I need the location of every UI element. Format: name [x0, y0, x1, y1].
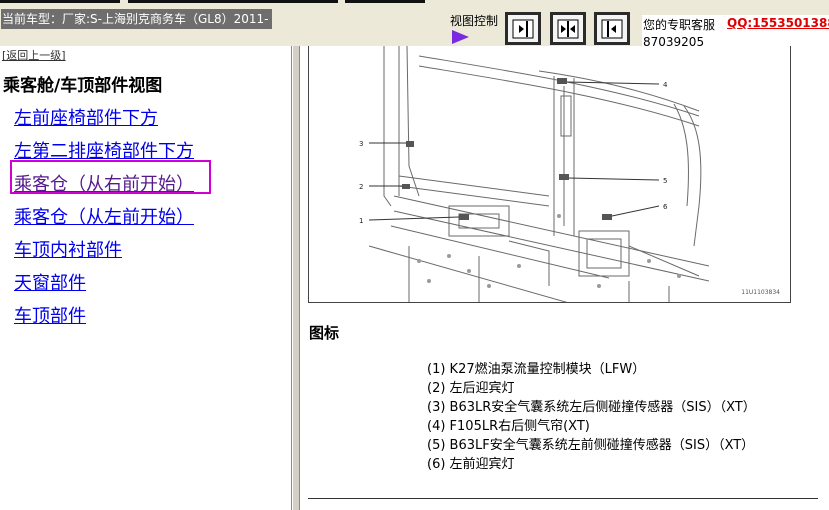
view-control-arrow-icon	[452, 30, 469, 44]
expand-left-button[interactable]	[594, 12, 630, 45]
legend-item: (2) 左后迎宾灯	[427, 381, 515, 396]
legend-list: (1) K27燃油泵流量控制模块（LFW） (2) 左后迎宾灯 (3) B63L…	[427, 358, 756, 472]
figure-code: 11U1103834	[741, 289, 780, 296]
sidebar-item-left-front-seat[interactable]: 左前座椅部件下方	[14, 104, 158, 130]
callout-number: 5	[663, 177, 667, 185]
top-strip	[0, 0, 120, 3]
callout-number: 4	[663, 81, 668, 89]
service-qq-link[interactable]: QQ:1553501388	[727, 16, 829, 30]
sidebar: [返回上一级] 乘客舱/车顶部件视图 左前座椅部件下方 左第二排座椅部件下方 乘…	[0, 46, 292, 510]
sidebar-item-passenger-left-front[interactable]: 乘客仓（从左前开始）	[14, 203, 194, 229]
split-view-button[interactable]	[550, 12, 586, 45]
top-toolbar: 当前车型：厂家:S-上海别克商务车（GL8）2011- 视图控制 您的专职客服 …	[0, 0, 829, 49]
legend-item: (6) 左前迎宾灯	[427, 457, 515, 472]
sidebar-item-roof[interactable]: 车顶部件	[14, 302, 86, 328]
bottom-divider	[308, 498, 818, 499]
expand-left-icon	[601, 19, 623, 38]
sidebar-item-passenger-right-front[interactable]: 乘客仓（从右前开始）	[14, 170, 194, 196]
legend-item: (5) B63LF安全气囊系统左前侧碰撞传感器（SIS）（XT）	[427, 438, 755, 453]
customer-service-block: 您的专职客服 QQ:1553501388 87039205	[642, 15, 829, 49]
split-view-icon	[557, 19, 579, 38]
sidebar-item-headliner[interactable]: 车顶内衬部件	[14, 236, 122, 262]
top-strip	[128, 0, 338, 3]
view-control-label: 视图控制	[450, 14, 499, 28]
legend-item: (3) B63LR安全气囊系统左后侧碰撞传感器（SIS）（XT）	[427, 400, 756, 415]
current-vehicle-label: 当前车型：厂家:S-上海别克商务车（GL8）2011-	[1, 9, 273, 29]
sidebar-item-sunroof[interactable]: 天窗部件	[14, 269, 86, 295]
panel-splitter[interactable]	[292, 46, 300, 510]
callout-number: 6	[663, 203, 668, 211]
legend-item: (4) F105LR右后侧气帘(XT)	[427, 419, 590, 434]
callout-number: 1	[359, 217, 363, 225]
service-label: 您的专职客服	[643, 18, 716, 32]
callout-number: 3	[359, 140, 363, 148]
callout-number: 2	[359, 183, 363, 191]
vehicle-body-diagram: 4 3 5 2 6 1	[359, 46, 710, 302]
legend-heading: 图标	[309, 324, 340, 342]
expand-right-icon	[512, 19, 534, 38]
legend-item: (1) K27燃油泵流量控制模块（LFW）	[427, 362, 646, 377]
top-strip	[345, 0, 425, 3]
main-content: 4 3 5 2 6 1 11U1103834 图标 (1) K27燃油泵流量控制…	[300, 46, 829, 510]
back-link[interactable]: [返回上一级]	[2, 47, 66, 63]
expand-right-button[interactable]	[505, 12, 541, 45]
sidebar-title: 乘客舱/车顶部件视图	[3, 76, 163, 96]
component-diagram: 4 3 5 2 6 1 11U1103834	[308, 46, 791, 303]
